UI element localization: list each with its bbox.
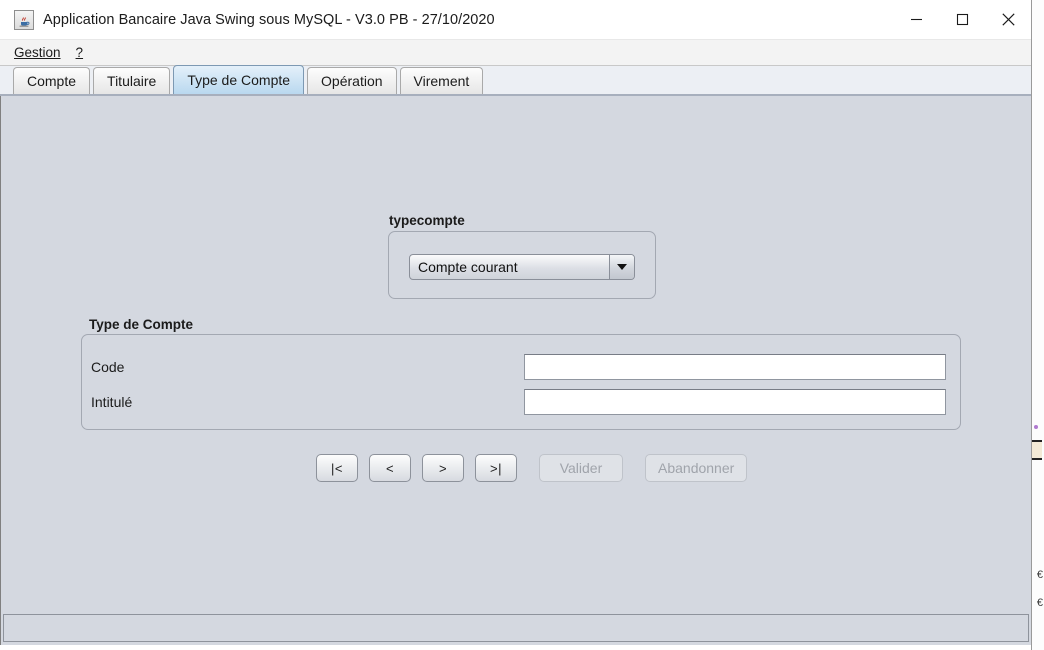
tab-compte-label: Compte <box>27 73 77 89</box>
title-bar: Application Bancaire Java Swing sous MyS… <box>0 0 1031 40</box>
tab-strip: Compte Titulaire Type de Compte Opératio… <box>0 65 1031 96</box>
last-record-button[interactable]: >| <box>475 454 517 482</box>
tab-titulaire[interactable]: Titulaire <box>93 67 171 94</box>
last-record-button-label: >| <box>490 460 502 476</box>
menu-item-help-label: ? <box>75 45 84 60</box>
form-group-title: Type de Compte <box>89 317 194 332</box>
background-glyph-icon: € <box>1036 597 1043 609</box>
intitule-input[interactable] <box>524 389 946 415</box>
screenshot-root: € € Application Bancaire Java Swing sous… <box>0 0 1044 650</box>
tab-operation[interactable]: Opération <box>307 67 397 94</box>
maximize-button[interactable] <box>939 0 985 39</box>
minimize-button[interactable] <box>893 0 939 39</box>
typecompte-group-title: typecompte <box>389 213 465 228</box>
menu-item-gestion-label: Gestion <box>14 45 61 60</box>
status-bar <box>3 614 1029 642</box>
tab-virement-label: Virement <box>413 73 470 89</box>
next-record-button-label: > <box>438 460 448 476</box>
tab-type-de-compte-label: Type de Compte <box>187 72 291 88</box>
chevron-down-glyph <box>617 264 627 270</box>
code-input[interactable] <box>524 354 946 380</box>
typecompte-combobox[interactable]: Compte courant <box>409 254 635 280</box>
intitule-label: Intitulé <box>91 394 133 410</box>
menu-bar: Gestion ? <box>0 40 1031 66</box>
typecompte-combobox-value: Compte courant <box>418 259 518 275</box>
typecompte-group-panel: Compte courant <box>388 231 656 299</box>
background-box-icon <box>1032 440 1042 460</box>
form-row-code: Code <box>82 354 960 380</box>
validate-button-label: Valider <box>559 460 603 476</box>
form-row-intitule: Intitulé <box>82 389 960 415</box>
tab-titulaire-label: Titulaire <box>107 73 157 89</box>
next-record-button[interactable]: > <box>422 454 464 482</box>
chevron-down-icon[interactable] <box>609 255 634 279</box>
first-record-button[interactable]: |< <box>316 454 358 482</box>
tab-virement[interactable]: Virement <box>399 67 484 94</box>
code-label: Code <box>91 359 125 375</box>
window-controls <box>893 0 1031 39</box>
menu-item-gestion[interactable]: Gestion <box>12 44 63 61</box>
window-title: Application Bancaire Java Swing sous MyS… <box>43 11 495 28</box>
java-coffee-cup-icon <box>14 9 34 30</box>
record-navigation-toolbar: |< < > >| Valider Abandonner <box>316 454 748 482</box>
cancel-button-label: Abandonner <box>658 460 735 476</box>
background-euro-icon: € <box>1036 569 1043 581</box>
menu-item-help[interactable]: ? <box>74 44 86 61</box>
background-purple-dot-icon <box>1034 425 1038 429</box>
tab-operation-label: Opération <box>321 73 383 89</box>
tab-type-de-compte[interactable]: Type de Compte <box>173 65 305 94</box>
cancel-button[interactable]: Abandonner <box>645 454 748 482</box>
previous-record-button[interactable]: < <box>369 454 411 482</box>
first-record-button-label: |< <box>331 460 343 476</box>
form-group-panel: Code Intitulé <box>81 334 961 430</box>
previous-record-button-label: < <box>385 460 395 476</box>
tab-content-panel: typecompte Compte courant Type de Compte… <box>0 96 1031 645</box>
background-window-strip: € € <box>1030 0 1044 650</box>
application-window: Application Bancaire Java Swing sous MyS… <box>0 0 1032 650</box>
validate-button[interactable]: Valider <box>539 454 623 482</box>
tab-compte[interactable]: Compte <box>13 67 91 94</box>
close-button[interactable] <box>985 0 1031 39</box>
